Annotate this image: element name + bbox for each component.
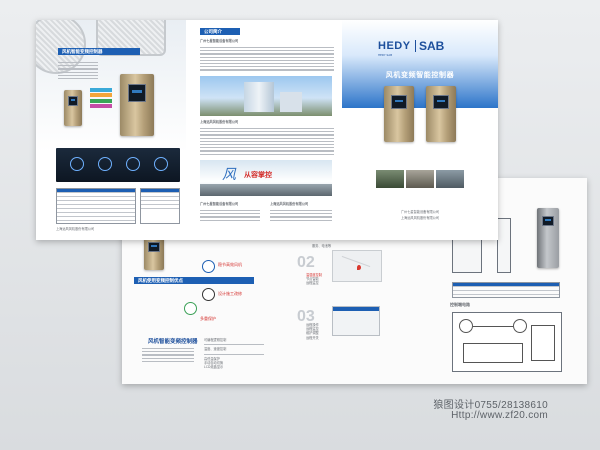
cover-title: 风机变频智能控制器 bbox=[385, 71, 455, 79]
designer-contact: 狼图设计0755/28138610 bbox=[433, 400, 548, 411]
footer-contact-left bbox=[200, 208, 260, 223]
sab-logo: SAB bbox=[419, 39, 445, 53]
inside-left-panel: 风机智能变频控制器 上海远风风机股份有限公司 bbox=[36, 20, 186, 240]
footer-company-right: 上海远风风机股份有限公司 bbox=[270, 202, 309, 206]
step3-list: 远程操作 远程监控 维护调整 远程开关 bbox=[306, 323, 319, 340]
controller-unit-image-right bbox=[537, 208, 559, 268]
application-photo-2 bbox=[406, 170, 434, 188]
logo-subtitle: HEDY·SAB bbox=[378, 53, 393, 57]
company-1-text bbox=[200, 45, 334, 73]
map-image bbox=[332, 250, 382, 282]
logo-separator bbox=[415, 40, 416, 52]
cover-company-2: 上海远风风机股份有限公司 bbox=[400, 216, 440, 220]
step3-item: 维护调整 bbox=[306, 331, 319, 336]
product-spec-lines bbox=[58, 60, 98, 81]
controller-unit-small bbox=[64, 90, 82, 126]
step2-item: 远程监控 bbox=[306, 281, 319, 286]
application-photo-3 bbox=[436, 170, 464, 188]
wind-slogan-banner: 风 从容掌控 bbox=[200, 160, 332, 196]
company-name-1: 广州七星智能设备有限公司 bbox=[200, 39, 239, 43]
advantages-label: 风机使用变频控制优点 bbox=[134, 277, 254, 284]
controller-unit-left bbox=[384, 86, 414, 142]
slogan-char: 风 bbox=[222, 167, 236, 183]
feature-item: 可编程逻辑控制 bbox=[204, 338, 227, 342]
application-photo-1 bbox=[376, 170, 404, 188]
feature-item: 温度、速度控制 bbox=[204, 347, 227, 352]
company-2-text bbox=[200, 126, 334, 157]
model-table bbox=[56, 188, 136, 224]
footer-company-left: 广州七星智能设备有限公司 bbox=[200, 202, 239, 206]
cover-header-gradient bbox=[342, 20, 498, 108]
screenshot-image bbox=[332, 306, 380, 336]
spec-table-small bbox=[140, 188, 180, 224]
bubble-design: 设计施工改修 bbox=[218, 291, 242, 296]
step2-title: 服务、电池等 bbox=[312, 244, 332, 248]
step3-item: 远程开关 bbox=[306, 335, 319, 340]
control-circuit-title: 控制端电路 bbox=[450, 302, 470, 307]
product-header: 风机智能变频控制器 bbox=[58, 48, 140, 55]
color-badges bbox=[90, 86, 112, 110]
bubble-protection: 多重保护 bbox=[200, 316, 216, 321]
wiring-diagram bbox=[452, 312, 562, 372]
cover-company-1: 广州七星智能设备有限公司 bbox=[400, 210, 440, 214]
feature-item: LCD液晶显示 bbox=[204, 365, 224, 370]
office-building-photo bbox=[200, 76, 332, 116]
feature-list: 可编程逻辑控制 温度、速度控制 高低温保护 手动自动切换 LCD液晶显示 bbox=[204, 338, 264, 369]
cover-panel: HEDY SAB HEDY·SAB 风机变频智能控制器 广州七星智能设备有限公司… bbox=[342, 20, 498, 240]
company-intro-title: 公司简介 bbox=[200, 28, 240, 35]
footer-contact-right bbox=[270, 208, 332, 223]
controller-unit-image bbox=[120, 74, 154, 136]
control-panel-strip bbox=[56, 148, 180, 182]
bottom-controller-label: 风机智能变频控制器 bbox=[148, 339, 198, 345]
efficient-fan-icon bbox=[202, 260, 215, 273]
step2-list: 温湿度控制 节点智能 远程监控 bbox=[306, 273, 322, 286]
designer-website: Http://www.zf20.com bbox=[451, 410, 548, 421]
spec-table bbox=[452, 282, 560, 298]
dimension-drawing-side bbox=[497, 218, 511, 273]
bottom-text-block bbox=[142, 346, 194, 364]
engineer-icon bbox=[202, 288, 215, 301]
front-brochure-spread: 风机智能变频控制器 上海远风风机股份有限公司 公司简介 广州七星智能设备有限公司… bbox=[36, 20, 498, 240]
controller-unit-image bbox=[144, 236, 164, 270]
protection-icon bbox=[184, 302, 197, 315]
inside-middle-panel: 公司简介 广州七星智能设备有限公司 上海远风风机股份有限公司 风 从容掌控 广州… bbox=[190, 20, 342, 240]
company-name-2: 上海远风风机股份有限公司 bbox=[200, 120, 239, 124]
inside-left-footer: 上海远风风机股份有限公司 bbox=[56, 227, 95, 231]
slogan-text: 从容掌控 bbox=[244, 171, 272, 179]
controller-unit-right bbox=[426, 86, 456, 142]
bubble-efficient: 稳节高效风机 bbox=[218, 262, 242, 267]
hedy-logo: HEDY bbox=[378, 40, 411, 52]
step-number-2: 02 bbox=[297, 254, 315, 271]
